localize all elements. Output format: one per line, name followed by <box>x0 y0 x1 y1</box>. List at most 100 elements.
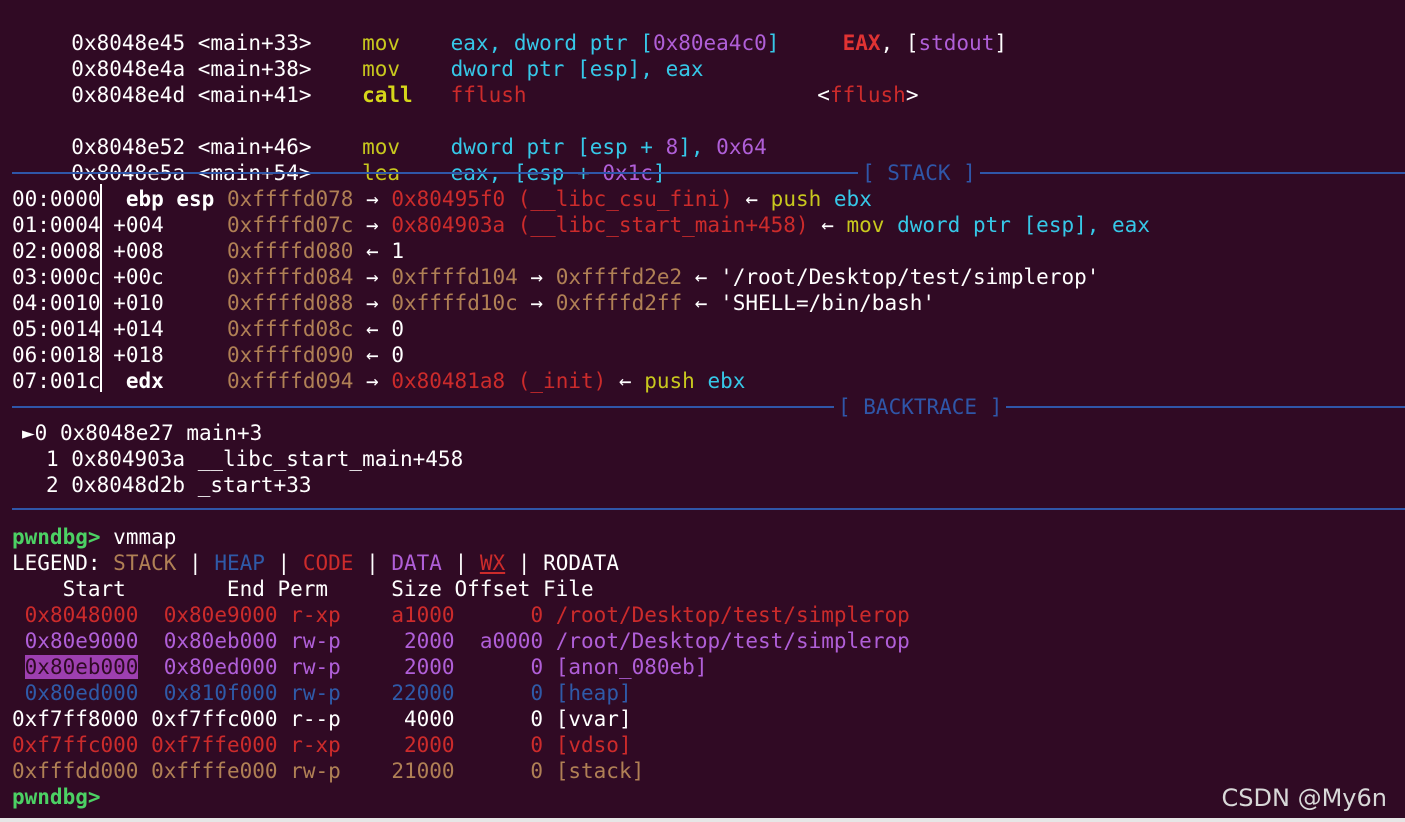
stack-index: 05:0014 <box>12 317 101 341</box>
vmmap-size: a1000 <box>391 603 455 627</box>
input-prompt[interactable]: pwndbg> <box>12 784 101 810</box>
stack-row: 02:0008 +008 0xffffd080 ← 1 <box>12 239 404 263</box>
vmmap-start-highlighted: 0x80eb000 <box>24 655 139 679</box>
stack-index: 01:0004 <box>12 213 101 237</box>
backtrace-text: 0 0x8048e27 main+3 <box>34 421 263 445</box>
command-line[interactable]: pwndbg> vmmap <box>12 524 176 550</box>
stack-row: 01:0004 +004 0xffffd07c → 0x804903a (__l… <box>12 213 1150 237</box>
current-frame-marker-icon: ► <box>22 421 35 445</box>
vmmap-file: [stack] <box>555 759 645 783</box>
vmmap-file: /root/Desktop/test/simplerop <box>555 603 910 627</box>
stack-offset: +018 <box>113 343 164 367</box>
vmmap-start: 0xf7ffc000 <box>12 733 139 757</box>
stack-addr: 0xffffd094 <box>226 369 354 393</box>
vmmap-size: 4000 <box>403 707 455 731</box>
vmmap-perm: r-xp <box>290 603 341 627</box>
vmmap-end: 0x80ed000 <box>163 655 278 679</box>
backtrace-text: 2 0x8048d2b _start+33 <box>46 473 312 497</box>
stack-offset: +00c <box>113 265 164 289</box>
stack-row: 06:0018 +018 0xffffd090 ← 0 <box>12 343 404 367</box>
stack-offset: ebp esp <box>125 187 215 211</box>
stack-offset: +014 <box>113 317 164 341</box>
backtrace-title: [ BACKTRACE ] <box>834 394 1007 420</box>
disasm-addr: 0x8048e4d <box>71 83 186 107</box>
stack-row: 04:0010 +010 0xffffd088 → 0xffffd10c → 0… <box>12 291 936 315</box>
watermark: CSDN @My6n <box>1221 784 1387 812</box>
stack-index: 02:0008 <box>12 239 101 263</box>
disasm-line-3: 0x8048e52 <main+46> mov dword ptr [esp +… <box>71 135 767 159</box>
vmmap-start: 0x80ed000 <box>24 681 139 705</box>
vmmap-row: 0x80ed000 0x810f000 rw-p 22000 0 [heap] <box>12 680 632 706</box>
vmmap-perm: rw-p <box>290 629 341 653</box>
stack-offset: +010 <box>113 291 164 315</box>
bottom-separator <box>12 508 1405 510</box>
vmmap-offset: 0 <box>530 733 544 757</box>
vmmap-file: [vvar] <box>555 707 632 731</box>
stack-offset: edx <box>125 369 164 393</box>
vmmap-size: 2000 <box>404 629 455 653</box>
vmmap-end: 0x80eb000 <box>163 629 278 653</box>
backtrace-text: 1 0x804903a __libc_start_main+458 <box>46 447 464 471</box>
window-bottom-edge <box>0 818 1405 822</box>
prompt: pwndbg> <box>12 785 101 809</box>
disasm-line-4: 0x8048e5a <main+54> lea eax, [esp + 0x1c… <box>71 161 665 185</box>
vmmap-legend: LEGEND: STACK | HEAP | CODE | DATA | WX … <box>12 551 619 575</box>
vmmap-end: 0x80e9000 <box>163 603 278 627</box>
stack-index: 03:000c <box>12 265 101 289</box>
vmmap-start: 0xf7ff8000 <box>12 707 139 731</box>
backtrace-frame[interactable]: ►0 0x8048e27 main+3 <box>22 420 262 446</box>
vmmap-row: 0xf7ffc000 0xf7ffe000 r-xp 2000 0 [vdso] <box>12 732 632 758</box>
stack-offset: +004 <box>113 213 164 237</box>
backtrace-separator <box>12 406 1405 408</box>
vmmap-perm: r-xp <box>290 733 341 757</box>
vmmap-offset: 0 <box>530 655 544 679</box>
vmmap-size: 21000 <box>391 759 455 783</box>
backtrace-frame[interactable]: 1 0x804903a __libc_start_main+458 <box>46 446 463 472</box>
vmmap-file: [anon_080eb] <box>555 655 708 679</box>
vmmap-row: 0x80e9000 0x80eb000 rw-p 2000 a0000 /roo… <box>12 628 910 654</box>
stack-index: 00:0000 <box>12 187 101 211</box>
vmmap-offset: 0 <box>530 681 544 705</box>
legend-code: CODE <box>302 551 354 575</box>
disasm-op: call <box>362 83 413 107</box>
vmmap-end: 0xf7ffc000 <box>151 707 278 731</box>
vmmap-offset: 0 <box>530 707 544 731</box>
vmmap-file: /root/Desktop/test/simplerop <box>555 629 910 653</box>
vmmap-offset: 0 <box>530 759 544 783</box>
stack-addr: 0xffffd080 <box>226 239 354 263</box>
backtrace-frame[interactable]: 2 0x8048d2b _start+33 <box>46 472 312 498</box>
disasm-sym: <main+41> <box>197 83 312 107</box>
vmmap-perm: rw-p <box>290 681 341 705</box>
stack-addr: 0xffffd078 <box>226 187 354 211</box>
vmmap-end: 0xf7ffe000 <box>151 733 278 757</box>
vmmap-size: 2000 <box>403 733 455 757</box>
vmmap-size: 2000 <box>404 655 455 679</box>
vmmap-row: 0x80eb000 0x80ed000 rw-p 2000 0 [anon_08… <box>12 654 707 680</box>
stack-row: 03:000c +00c 0xffffd084 → 0xffffd104 → 0… <box>12 265 1100 289</box>
vmmap-offset: 0 <box>530 603 544 627</box>
disasm-args: fflush <box>450 83 527 107</box>
stack-row: 00:0000 ebp esp 0xffffd078 → 0x80495f0 (… <box>12 187 872 211</box>
vmmap-size: 22000 <box>391 681 455 705</box>
stack-offset: +008 <box>113 239 164 263</box>
vmmap-perm: rw-p <box>290 759 341 783</box>
vmmap-start: 0x80e9000 <box>24 629 139 653</box>
prompt: pwndbg> <box>12 525 101 549</box>
legend-label: LEGEND: <box>12 551 101 575</box>
vmmap-offset: a0000 <box>479 629 544 653</box>
vmmap-header: Start End Perm Size Offset File <box>12 577 594 601</box>
disasm-line-2: 0x8048e4d <main+41> call fflush <fflush> <box>71 83 919 107</box>
vmmap-start: 0xfffdd000 <box>12 759 139 783</box>
vmmap-file: [vdso] <box>555 733 632 757</box>
stack-addr: 0xffffd090 <box>226 343 354 367</box>
legend-data: DATA <box>391 551 442 575</box>
stack-index: 06:0018 <box>12 343 101 367</box>
vmmap-end: 0x810f000 <box>163 681 278 705</box>
vmmap-perm: r--p <box>290 707 341 731</box>
stack-title: [ STACK ] <box>858 160 980 186</box>
disasm-line-1: 0x8048e4a <main+38> mov dword ptr [esp],… <box>46 30 703 81</box>
vmmap-perm: rw-p <box>290 655 341 679</box>
command-text: vmmap <box>113 525 177 549</box>
stack-row: 05:0014 +014 0xffffd08c ← 0 <box>12 317 404 341</box>
vmmap-start: 0x8048000 <box>24 603 139 627</box>
